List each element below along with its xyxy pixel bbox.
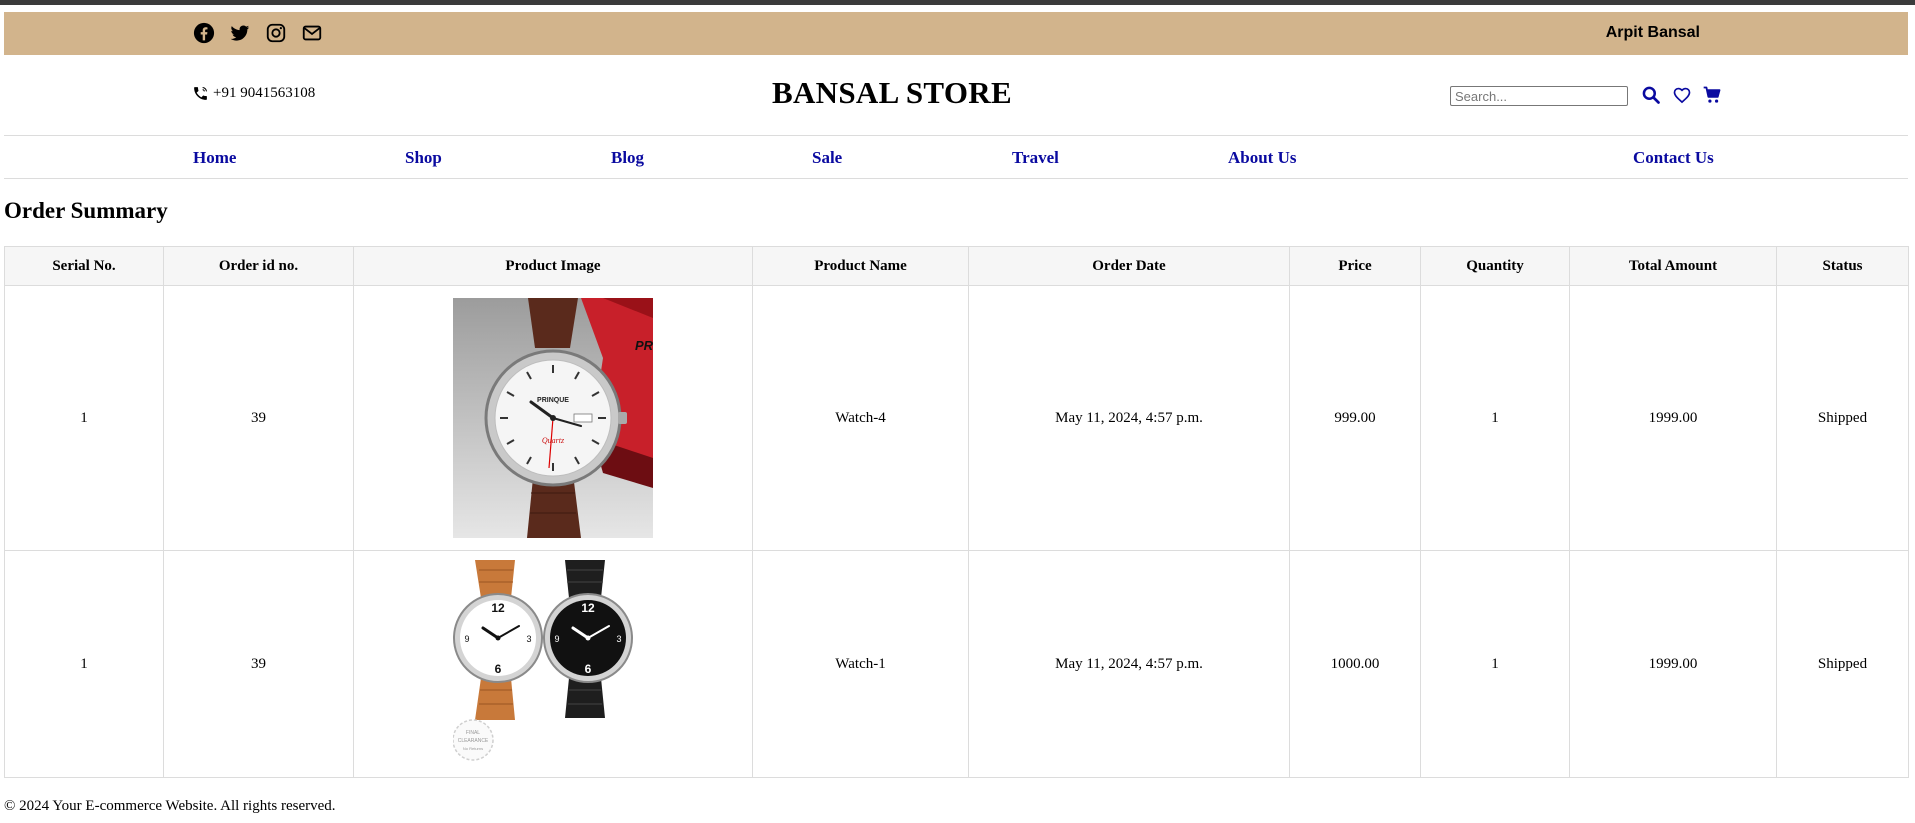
table-header-row: Serial No. Order id no. Product Image Pr… [4, 246, 1909, 286]
phone-icon [194, 86, 208, 100]
table-row: 1 39 PR PRINQUE Quartz Watch-4 May 11, 2… [4, 285, 1909, 551]
svg-text:9: 9 [464, 634, 469, 644]
cell-price: 1000.00 [1289, 550, 1421, 778]
top-bar: Arpit Bansal [4, 12, 1908, 55]
store-brand[interactable]: BANSAL STORE [772, 75, 1012, 111]
header-product-name: Product Name [752, 246, 969, 286]
header-price: Price [1289, 246, 1421, 286]
facebook-icon[interactable] [193, 22, 215, 44]
watch-model-text: Quartz [542, 436, 565, 445]
header-quantity: Quantity [1420, 246, 1570, 286]
nav-home[interactable]: Home [193, 148, 236, 168]
cell-quantity: 1 [1420, 550, 1570, 778]
cell-price: 999.00 [1289, 285, 1421, 551]
product-image-watch-4: PR PRINQUE Quartz [453, 298, 653, 538]
header-order-date: Order Date [968, 246, 1290, 286]
cell-serial: 1 [4, 285, 164, 551]
nav-blog[interactable]: Blog [611, 148, 644, 168]
header-serial-no: Serial No. [4, 246, 164, 286]
header-product-image: Product Image [353, 246, 753, 286]
nav-shop[interactable]: Shop [405, 148, 442, 168]
search-icon[interactable] [1641, 85, 1661, 105]
order-summary-table: Serial No. Order id no. Product Image Pr… [4, 246, 1909, 778]
site-header: +91 9041563108 BANSAL STORE [4, 55, 1908, 136]
cell-product-name: Watch-1 [752, 550, 969, 778]
phone-contact: +91 9041563108 [192, 85, 315, 102]
social-links [193, 22, 323, 44]
svg-text:3: 3 [526, 634, 531, 644]
cell-serial: 1 [4, 550, 164, 778]
cell-total-amount: 1999.00 [1569, 550, 1777, 778]
cell-order-date: May 11, 2024, 4:57 p.m. [968, 550, 1290, 778]
cell-quantity: 1 [1420, 285, 1570, 551]
svg-text:6: 6 [495, 662, 502, 676]
cell-order-id: 39 [163, 285, 354, 551]
header-total-amount: Total Amount [1569, 246, 1777, 286]
main-nav: Home Shop Blog Sale Travel About Us Cont… [4, 136, 1908, 179]
top-border-line [0, 0, 1915, 5]
search-input[interactable] [1450, 86, 1628, 106]
twitter-icon[interactable] [229, 22, 251, 44]
badge-text-3: No Returns [463, 746, 483, 751]
page-title: Order Summary [4, 198, 168, 223]
svg-text:6: 6 [585, 662, 592, 676]
nav-travel[interactable]: Travel [1012, 148, 1059, 168]
svg-text:3: 3 [616, 634, 621, 644]
badge-text-1: FINAL [466, 730, 480, 736]
cell-status: Shipped [1776, 285, 1909, 551]
badge-text-2: CLEARANCE [458, 738, 489, 744]
box-logo-text: PR [635, 338, 653, 353]
cell-order-date: May 11, 2024, 4:57 p.m. [968, 285, 1290, 551]
svg-text:12: 12 [491, 601, 505, 615]
header-status: Status [1776, 246, 1909, 286]
svg-text:12: 12 [581, 601, 595, 615]
footer-copyright: © 2024 Your E-commerce Website. All righ… [4, 798, 336, 814]
cell-product-name: Watch-4 [752, 285, 969, 551]
product-image-watch-1: 12 6 9 3 12 6 9 3 FINAL CLEARANCE No Ret… [453, 560, 653, 768]
nav-contact-us[interactable]: Contact Us [1633, 148, 1714, 168]
header-order-id: Order id no. [163, 246, 354, 286]
cell-total-amount: 1999.00 [1569, 285, 1777, 551]
watch-brand-text: PRINQUE [537, 397, 569, 404]
nav-about-us[interactable]: About Us [1228, 148, 1297, 168]
cart-icon[interactable] [1702, 85, 1722, 105]
heart-icon[interactable] [1672, 85, 1692, 105]
user-name[interactable]: Arpit Bansal [1606, 24, 1700, 42]
instagram-icon[interactable] [265, 22, 287, 44]
cell-product-image: 12 6 9 3 12 6 9 3 FINAL CLEARANCE No Ret… [353, 550, 753, 778]
svg-text:9: 9 [554, 634, 559, 644]
table-row: 1 39 12 6 9 3 12 6 9 3 FINAL CLEARANCE N… [4, 550, 1909, 778]
cell-product-image: PR PRINQUE Quartz [353, 285, 753, 551]
cell-order-id: 39 [163, 550, 354, 778]
nav-sale[interactable]: Sale [812, 148, 842, 168]
cell-status: Shipped [1776, 550, 1909, 778]
envelope-icon[interactable] [301, 22, 323, 44]
phone-number: +91 9041563108 [213, 85, 316, 101]
